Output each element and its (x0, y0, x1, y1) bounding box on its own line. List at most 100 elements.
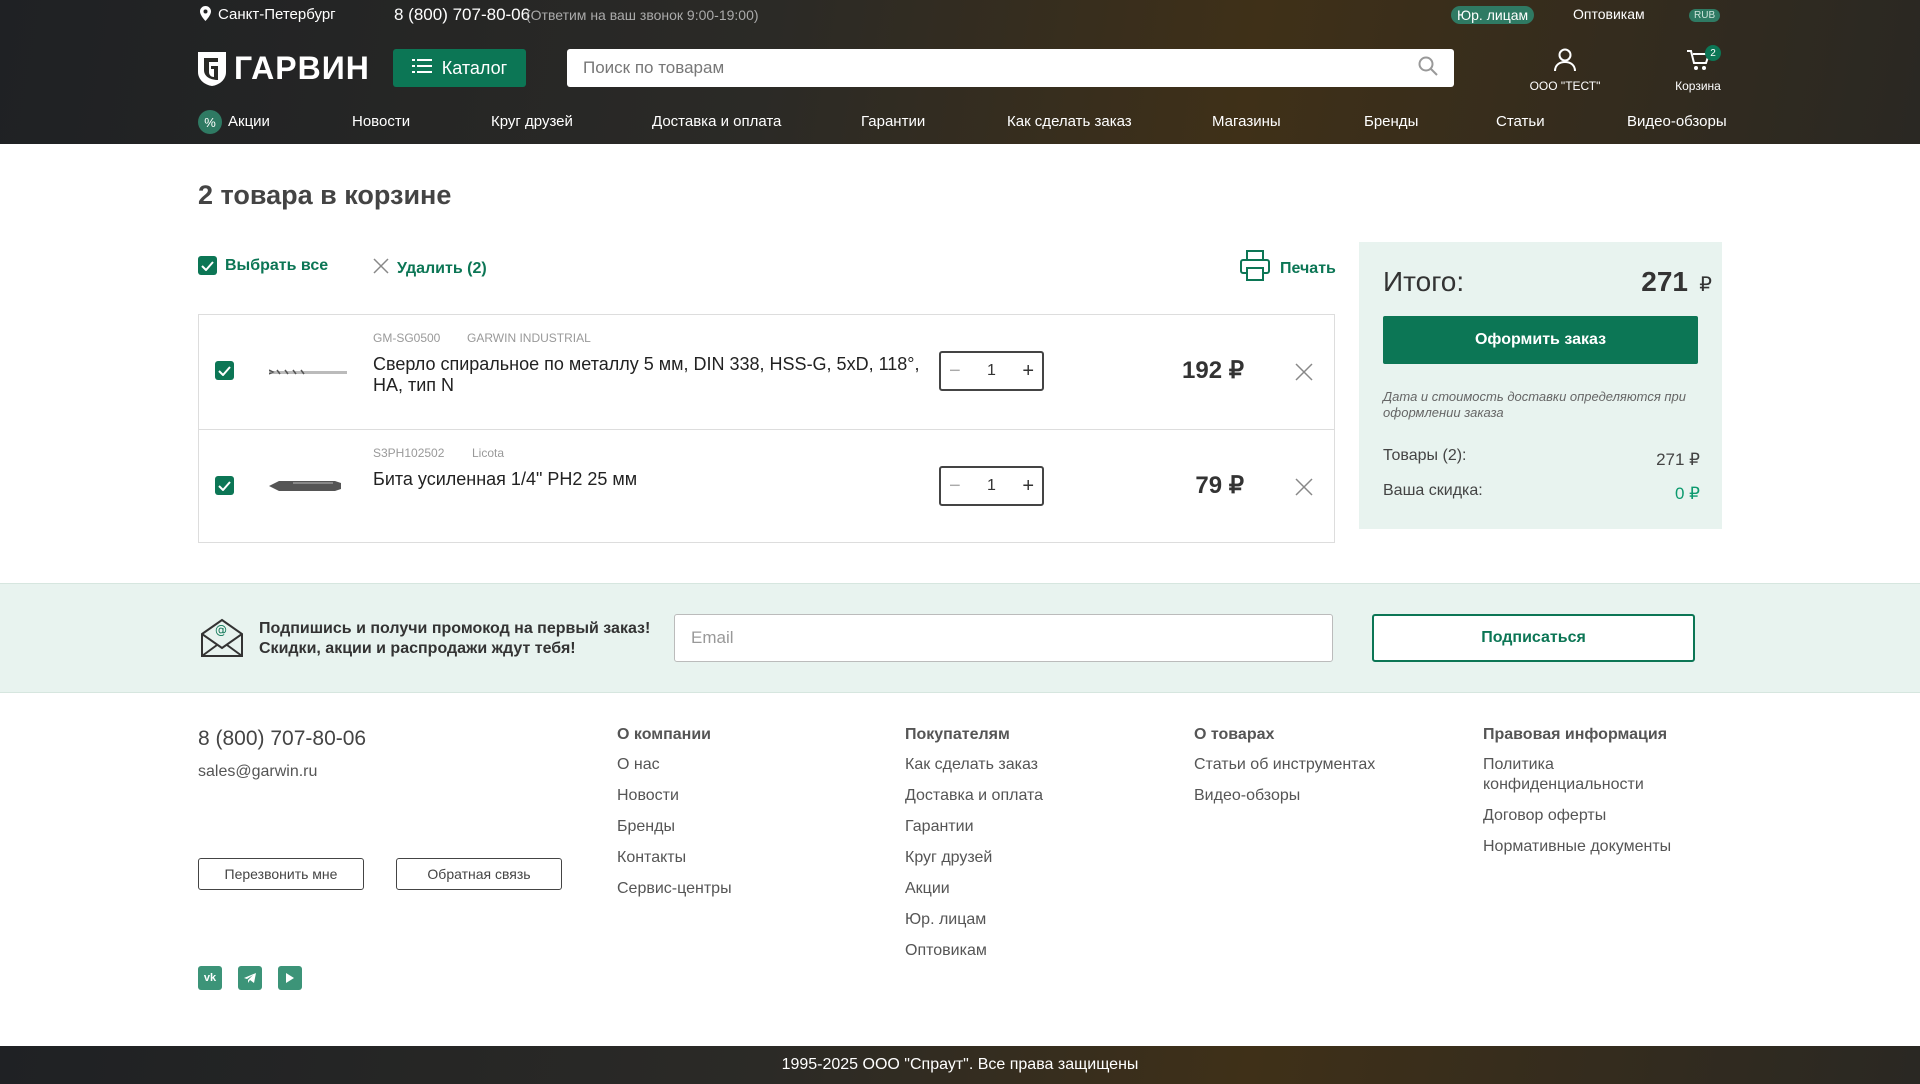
nav-item-video[interactable]: Видео-обзоры (1627, 113, 1727, 130)
footer-link[interactable]: Как сделать заказ (905, 755, 1043, 775)
quantity-value[interactable]: 1 (987, 362, 996, 380)
cart-item: S3PH102502 Licota Бита усиленная 1/4" PH… (199, 429, 1334, 543)
subscribe-button[interactable]: Подписаться (1372, 614, 1695, 662)
item-sku: GM-SG0500 (373, 331, 441, 345)
footer-link[interactable]: Гарантии (905, 817, 1043, 837)
footer-column-title: О товарах (1194, 726, 1275, 743)
telegram-icon[interactable] (238, 966, 262, 990)
nav-item-delivery[interactable]: Доставка и оплата (652, 113, 781, 130)
nav-item-articles[interactable]: Статьи (1496, 113, 1545, 130)
plus-button[interactable]: + (1022, 360, 1034, 383)
footer-link[interactable]: Политика конфиденциальности (1483, 755, 1683, 795)
menu-list-icon (411, 58, 432, 79)
copyright-text: 1995-2025 ООО "Спраут". Все права защище… (781, 1056, 1139, 1073)
checkbox-checked-icon (198, 256, 217, 275)
footer-link[interactable]: Новости (617, 786, 732, 806)
footer-link[interactable]: Круг друзей (905, 848, 1043, 868)
remove-item-icon[interactable] (1295, 363, 1313, 386)
minus-button[interactable]: − (949, 475, 961, 498)
nav-item-brands[interactable]: Бренды (1364, 113, 1418, 130)
footer-link[interactable]: Бренды (617, 817, 732, 837)
cart-button[interactable]: 2 Корзина (1660, 45, 1736, 93)
remove-item-icon[interactable] (1295, 478, 1313, 501)
footer-link[interactable]: Оптовикам (905, 941, 1043, 961)
footer-email[interactable]: sales@garwin.ru (198, 762, 317, 782)
footer-link[interactable]: Видео-обзоры (1194, 786, 1375, 806)
cart-count-badge: 2 (1705, 45, 1721, 61)
order-summary: Итого: 271 ₽ Оформить заказ Дата и стоим… (1359, 242, 1722, 529)
nav-item-news[interactable]: Новости (352, 113, 410, 130)
catalog-button[interactable]: Каталог (393, 49, 526, 87)
discount-value: 0 ₽ (1675, 484, 1700, 503)
cart-label: Корзина (1675, 79, 1721, 93)
item-title[interactable]: Сверло спиральное по металлу 5 мм, DIN 3… (373, 354, 933, 396)
select-all-checkbox[interactable]: Выбрать все (198, 256, 328, 275)
plus-button[interactable]: + (1022, 475, 1034, 498)
minus-button[interactable]: − (949, 360, 961, 383)
nav-item-stores[interactable]: Магазины (1212, 113, 1281, 130)
drill-bit-image[interactable] (268, 365, 347, 383)
checkout-button[interactable]: Оформить заказ (1383, 316, 1698, 364)
total-value: 271 (1641, 266, 1688, 297)
cart-icon: 2 (1686, 45, 1721, 77)
quantity-stepper: − 1 + (939, 351, 1044, 391)
footer-link[interactable]: Акции (905, 879, 1043, 899)
envelope-icon: @ (200, 616, 244, 663)
footer-link[interactable]: Контакты (617, 848, 732, 868)
vk-icon[interactable]: vk (198, 966, 222, 990)
quantity-value[interactable]: 1 (987, 477, 996, 495)
nav-item-guarantee[interactable]: Гарантии (861, 113, 925, 130)
svg-text:@: @ (215, 623, 227, 637)
callback-button[interactable]: Перезвонить мне (198, 858, 364, 890)
nav-item-promo[interactable]: Акции (228, 113, 270, 130)
youtube-icon[interactable] (278, 966, 302, 990)
print-button[interactable]: Печать (1240, 250, 1336, 287)
footer-link[interactable]: Статьи об инструментах (1194, 755, 1375, 775)
footer-column-company: О компании О нас Новости Бренды Контакты… (617, 726, 732, 899)
select-all-label: Выбрать все (225, 256, 329, 274)
wholesale-link[interactable]: Оптовикам (1573, 6, 1645, 22)
footer-link[interactable]: Сервис-центры (617, 879, 732, 899)
item-checkbox[interactable] (215, 361, 234, 380)
close-icon (373, 258, 389, 279)
delete-label: Удалить (2) (397, 259, 487, 277)
city-selector[interactable]: Санкт-Петербург (218, 6, 336, 23)
footer-phone[interactable]: 8 (800) 707-80-06 (198, 727, 366, 751)
item-price: 79 ₽ (1195, 472, 1244, 499)
footer-column-products: О товарах Статьи об инструментах Видео-о… (1194, 726, 1375, 806)
screwdriver-bit-image[interactable] (269, 475, 347, 502)
legal-entities-link[interactable]: Юр. лицам (1451, 6, 1535, 24)
footer-link[interactable]: О нас (617, 755, 732, 775)
site-logo[interactable]: ГАРВИН (198, 50, 370, 87)
logo-shield-icon (198, 51, 226, 86)
footer-link[interactable]: Договор оферты (1483, 806, 1683, 826)
footer-column-title: О компании (617, 726, 711, 743)
nav-item-friends[interactable]: Круг друзей (491, 113, 573, 130)
account-button[interactable]: ООО "ТЕСТ" (1520, 48, 1610, 93)
email-field[interactable]: Email (674, 614, 1333, 662)
item-title[interactable]: Бита усиленная 1/4" PH2 25 мм (373, 469, 933, 490)
catalog-label: Каталог (441, 57, 508, 78)
location-pin-icon (200, 6, 211, 25)
subscribe-line-2: Скидки, акции и распродажи ждут тебя! (259, 640, 576, 657)
search-icon[interactable] (1418, 56, 1438, 81)
footer-link[interactable]: Доставка и оплата (905, 786, 1043, 806)
feedback-button[interactable]: Обратная связь (396, 858, 562, 890)
footer-column-title: Покупателям (905, 726, 1010, 743)
phone-note: (Ответим на ваш звонок 9:00-19:00) (526, 7, 759, 23)
nav-item-how-to-order[interactable]: Как сделать заказ (1007, 113, 1132, 130)
delivery-note: Дата и стоимость доставки определяются п… (1383, 389, 1686, 420)
header-phone[interactable]: 8 (800) 707-80-06 (394, 5, 530, 25)
footer-link[interactable]: Юр. лицам (905, 910, 1043, 930)
print-label: Печать (1280, 259, 1336, 277)
total-currency: ₽ (1699, 274, 1712, 296)
currency-badge[interactable]: RUB (1689, 9, 1721, 22)
total-label: Итого: (1383, 266, 1465, 297)
delete-selected-button[interactable]: Удалить (2) (373, 258, 487, 279)
footer-link[interactable]: Нормативные документы (1483, 837, 1683, 857)
item-checkbox[interactable] (215, 476, 234, 495)
goods-label: Товары (2): (1383, 447, 1467, 464)
search-input[interactable]: Поиск по товарам (567, 49, 1454, 87)
copyright-bar: 1995-2025 ООО "Спраут". Все права защище… (0, 1046, 1920, 1084)
item-price: 192 ₽ (1182, 357, 1244, 384)
